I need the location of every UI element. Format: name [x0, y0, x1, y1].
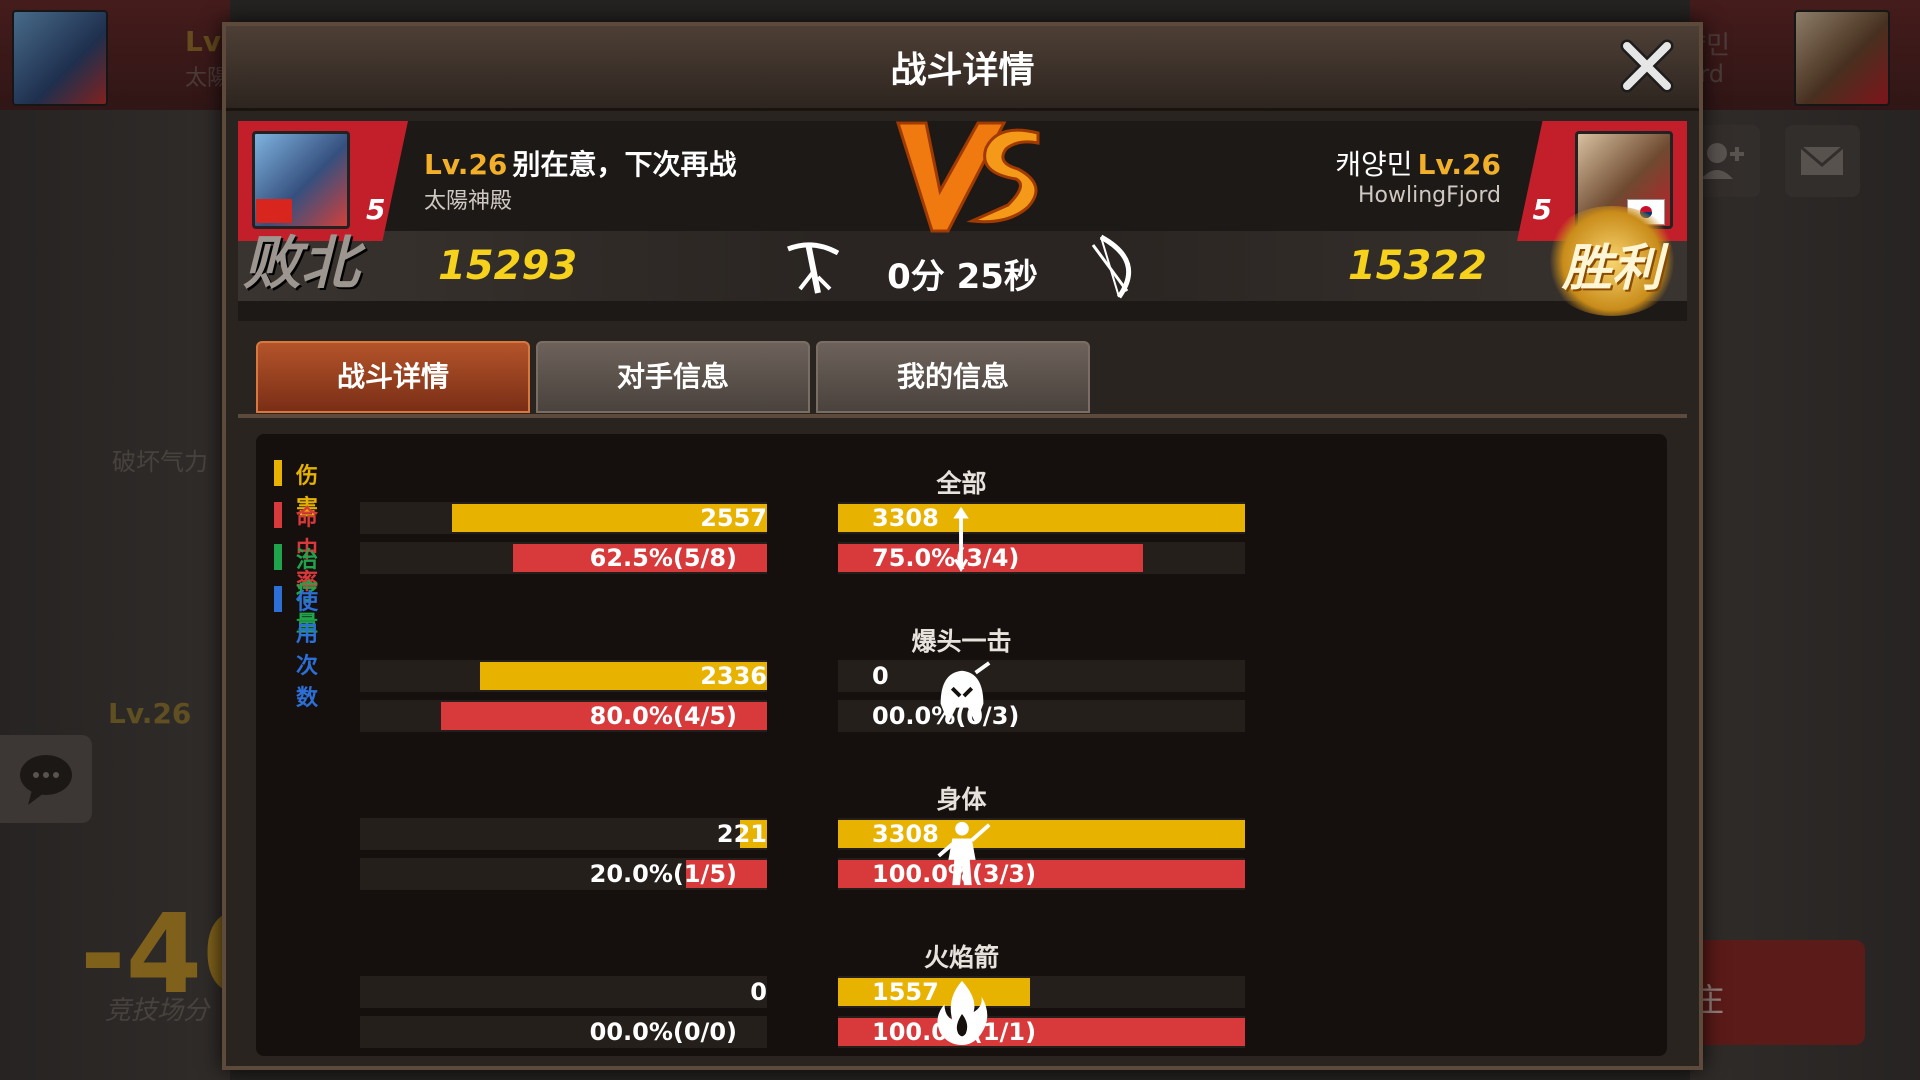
bow-icon [1091, 234, 1132, 299]
tab-divider [238, 414, 1687, 418]
left-player-level: Lv.26 [424, 148, 508, 181]
left-damage-value: 2336 [700, 662, 767, 690]
right-stat-track: 0 [838, 660, 1245, 692]
tab-opponent-info[interactable]: 对手信息 [536, 341, 810, 413]
right-damage-value: 0 [872, 662, 889, 690]
left-stat-track: 2336 [360, 660, 767, 692]
left-hit-rate-value: 00.0%(0/0) [589, 1018, 737, 1046]
right-stat-track: 75.0%(3/4) [838, 542, 1245, 574]
tab-my-info[interactable]: 我的信息 [816, 341, 1090, 413]
right-result-label: 胜利 [1562, 239, 1662, 297]
left-player-guild: 太陽神殿 [424, 189, 513, 214]
stat-group-title: 全部 [936, 469, 987, 498]
left-player-name: 别在意，下次再战 [512, 148, 737, 181]
dialog-header: 战斗详情 [226, 26, 1699, 111]
left-stat-track: 20.0%(1/5) [360, 858, 767, 890]
left-stat-track: 221 [360, 818, 767, 850]
right-player-name: 캐양민 [1335, 148, 1413, 181]
right-player-score: 15322 [1347, 243, 1487, 289]
stat-group-title: 爆头一击 [911, 627, 1012, 656]
body-icon [937, 821, 991, 886]
vs-icon [895, 121, 1040, 233]
left-hit-rate-value: 62.5%(5/8) [589, 544, 737, 572]
right-player-level: Lv.26 [1417, 148, 1501, 181]
right-stat-track: 100.0%(3/3) [838, 858, 1245, 890]
left-stat-track: 80.0%(4/5) [360, 700, 767, 732]
close-button[interactable] [1615, 34, 1679, 98]
right-stat-track: 100.0%(1/1) [838, 1016, 1245, 1048]
left-hit-rate-value: 80.0%(4/5) [589, 702, 737, 730]
left-player-rank: 5 [366, 193, 386, 226]
stat-group-title: 火焰箭 [923, 943, 999, 972]
right-stat-track: 1557 [838, 976, 1245, 1008]
right-stat-track: 3308 [838, 502, 1245, 534]
right-player-guild: HowlingFjord [1358, 183, 1501, 208]
left-stat-track: 2557 [360, 502, 767, 534]
versus-banner: 5 Lv.26 别在意，下次再战 太陽神殿 败北 15293 0分 25秒 5 … [238, 121, 1687, 321]
left-stat-track: 00.0%(0/0) [360, 1016, 767, 1048]
helmet-icon [940, 661, 991, 724]
left-damage-value: 0 [750, 978, 767, 1006]
left-stat-track: 0 [360, 976, 767, 1008]
left-player-info: Lv.26 别在意，下次再战 太陽神殿 [424, 143, 737, 215]
dialog-title: 战斗详情 [890, 50, 1035, 91]
battle-details-dialog: 战斗详情 5 Lv.26 别在意，下次再战 太陽神殿 败北 15293 0分 2… [222, 22, 1703, 1070]
right-result-victory: 胜利 [1542, 206, 1682, 316]
tab-battle-details[interactable]: 战斗详情 [256, 341, 530, 413]
left-stat-track: 62.5%(5/8) [360, 542, 767, 574]
close-icon [1620, 39, 1674, 93]
arrow-icon [953, 506, 969, 572]
stat-group-title: 身体 [936, 785, 987, 814]
right-stat-track: 3308 [838, 818, 1245, 850]
right-stat-track: 00.0%(0/3) [838, 700, 1245, 732]
left-hit-rate-value: 20.0%(1/5) [589, 860, 737, 888]
left-damage-value: 221 [716, 820, 767, 848]
flame-icon [937, 980, 988, 1046]
right-player-info: 캐양민 Lv.26 HowlingFjord [1335, 143, 1501, 208]
left-damage-value: 2557 [700, 504, 767, 532]
battle-stats-panel: 伤害 命中率 治疗量 使用次数 全部 2557 3308 62.5%(5/8) 75.0… [256, 434, 1667, 1056]
